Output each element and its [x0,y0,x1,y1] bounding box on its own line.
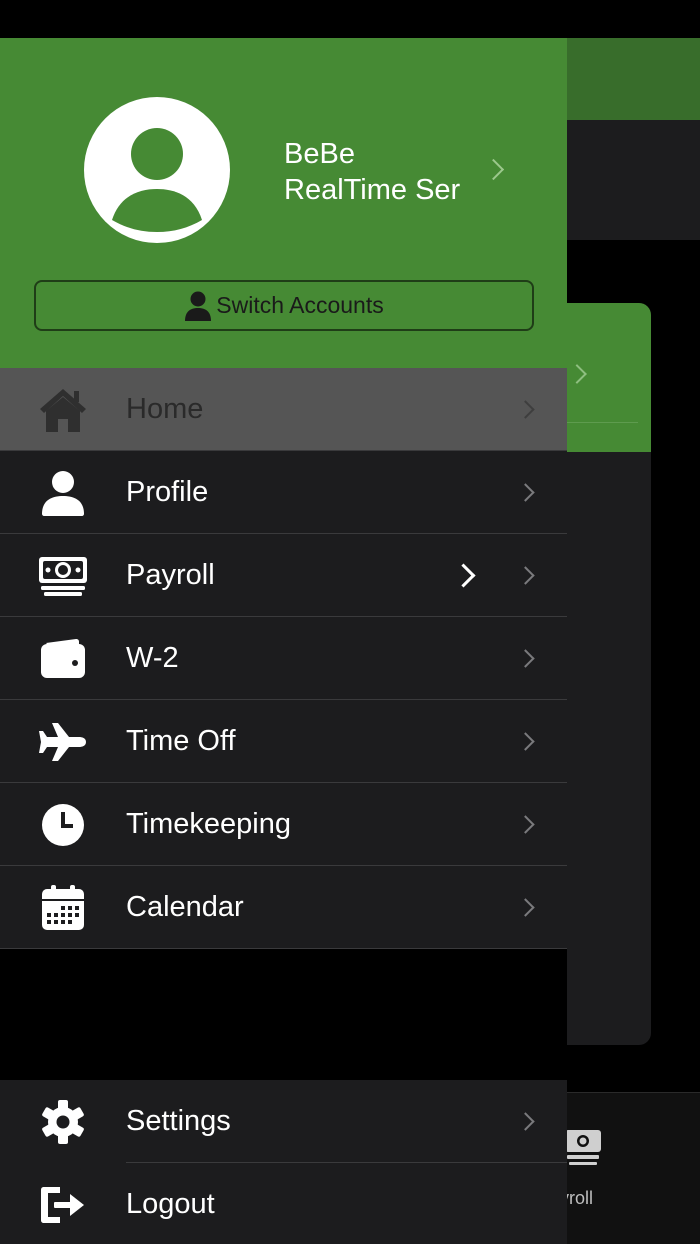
menu-item-profile[interactable]: Profile [0,451,567,534]
menu-item-payroll[interactable]: Payroll [0,534,567,617]
menu-label-profile: Profile [126,475,209,508]
user-name: BeBe [284,138,355,170]
chevron-right-icon[interactable] [451,562,476,588]
menu-label-calendar: Calendar [126,890,244,923]
airplane-icon [38,718,88,766]
menu-label-home: Home [126,392,204,425]
background-nav-bar [566,120,700,240]
user-company: RealTime Ser [284,174,461,206]
chevron-right-icon [516,1112,535,1131]
wallet-icon [38,635,88,683]
drawer-bottom-menu: Settings Logout [0,1080,567,1244]
menu-label-timekeeping: Timekeeping [126,807,291,840]
chevron-right-icon [516,482,535,502]
user-info[interactable]: BeBe RealTime Ser [284,136,468,208]
menu-item-settings[interactable]: Settings [0,1080,567,1163]
menu-label-settings: Settings [126,1105,231,1137]
clock-icon [38,801,88,849]
background-header [566,38,700,120]
person-icon [38,469,88,517]
chevron-right-icon [516,897,535,917]
menu-label-w2: W-2 [126,641,179,674]
drawer-header: BeBe RealTime Ser Switch Accounts [0,38,567,368]
menu-label-time-off: Time Off [126,724,236,757]
side-drawer: BeBe RealTime Ser Switch Accounts Home P… [0,38,567,1244]
menu-item-logout[interactable]: Logout [0,1163,567,1244]
menu-item-timekeeping[interactable]: Timekeeping [0,783,567,866]
person-icon [185,291,212,321]
drawer-menu: Home Profile Payroll W-2 Time Off Timeke… [0,368,567,949]
menu-label-logout: Logout [126,1188,215,1220]
menu-item-time-off[interactable]: Time Off [0,700,567,783]
chevron-right-icon [516,399,535,419]
chevron-right-icon [516,648,535,668]
chevron-right-icon [482,158,505,181]
switch-accounts-button[interactable]: Switch Accounts [34,280,534,331]
chevron-right-icon [567,364,587,384]
menu-item-calendar[interactable]: Calendar [0,866,567,949]
avatar[interactable] [84,97,230,243]
chevron-right-icon [516,565,535,585]
chevron-right-icon [516,731,535,751]
menu-item-home[interactable]: Home [0,368,567,451]
house-icon [38,386,88,434]
menu-label-payroll: Payroll [126,558,215,591]
chevron-right-icon [516,814,535,834]
menu-item-w2[interactable]: W-2 [0,617,567,700]
sign-out-icon [38,1181,88,1229]
switch-accounts-label: Switch Accounts [216,292,384,318]
user-avatar-icon [112,128,202,232]
money-bill-icon [38,552,88,600]
money-bill-icon[interactable] [563,1124,603,1170]
divider [566,422,638,423]
gear-icon [38,1098,88,1146]
calendar-icon [38,884,88,932]
